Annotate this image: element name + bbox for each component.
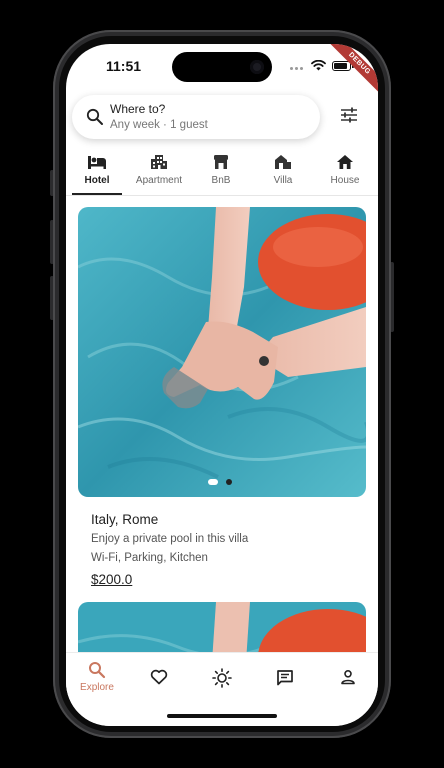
pager-dot-active[interactable] (208, 479, 218, 485)
tab-house[interactable]: House (314, 152, 376, 186)
nav-messages[interactable] (260, 669, 310, 687)
wifi-icon (311, 60, 326, 71)
tab-label: Apartment (135, 175, 183, 186)
house-icon (337, 155, 353, 169)
tab-hotel[interactable]: Hotel (66, 152, 128, 186)
message-icon (277, 670, 293, 686)
tab-label: House (330, 175, 360, 186)
nav-trips[interactable] (197, 668, 247, 688)
listing-price[interactable]: $200.0 (91, 572, 132, 587)
tab-label: Villa (273, 175, 293, 186)
bed-icon (88, 156, 106, 169)
signal-dots-icon (290, 67, 308, 71)
pager-dot[interactable] (226, 479, 233, 485)
nav-label: Explore (80, 682, 114, 693)
tab-bnb[interactable]: BnB (190, 152, 252, 186)
pool-photo (78, 207, 366, 497)
person-icon (341, 670, 355, 685)
villa-icon (275, 155, 291, 169)
home-indicator[interactable] (167, 714, 277, 718)
search-icon (86, 108, 103, 125)
app-screen: 11:51 DEBUG Where to? Any week · 1 guest (66, 44, 378, 726)
apartment-icon (151, 155, 167, 169)
bnb-icon (214, 155, 228, 169)
tab-villa[interactable]: Villa (252, 152, 314, 186)
image-pager[interactable] (208, 479, 236, 497)
search-bar[interactable]: Where to? Any week · 1 guest (72, 95, 320, 139)
search-subtitle: Any week · 1 guest (110, 119, 208, 131)
search-title: Where to? (110, 102, 166, 116)
divider (66, 195, 378, 196)
nav-profile[interactable] (323, 669, 373, 685)
camera-icon (250, 60, 264, 74)
category-tabs: Hotel Apartment BnB Villa House (66, 152, 378, 196)
nav-favorites[interactable] (134, 669, 184, 685)
listing-amenities: Wi-Fi, Parking, Kitchen (91, 552, 208, 564)
listing-description: Enjoy a private pool in this villa (91, 533, 249, 545)
status-bar: 11:51 DEBUG (66, 44, 378, 95)
filter-icon[interactable] (339, 106, 359, 124)
listing-image[interactable] (78, 207, 366, 497)
dynamic-island (172, 52, 272, 82)
tab-apartment[interactable]: Apartment (128, 152, 190, 186)
nav-explore[interactable]: Explore (72, 661, 122, 693)
heart-icon (150, 669, 168, 685)
tab-label: BnB (211, 175, 231, 186)
search-icon (89, 662, 106, 679)
listing-location: Italy, Rome (91, 512, 159, 527)
status-time: 11:51 (106, 58, 142, 74)
sun-icon (212, 668, 232, 688)
tab-label: Hotel (84, 175, 110, 186)
